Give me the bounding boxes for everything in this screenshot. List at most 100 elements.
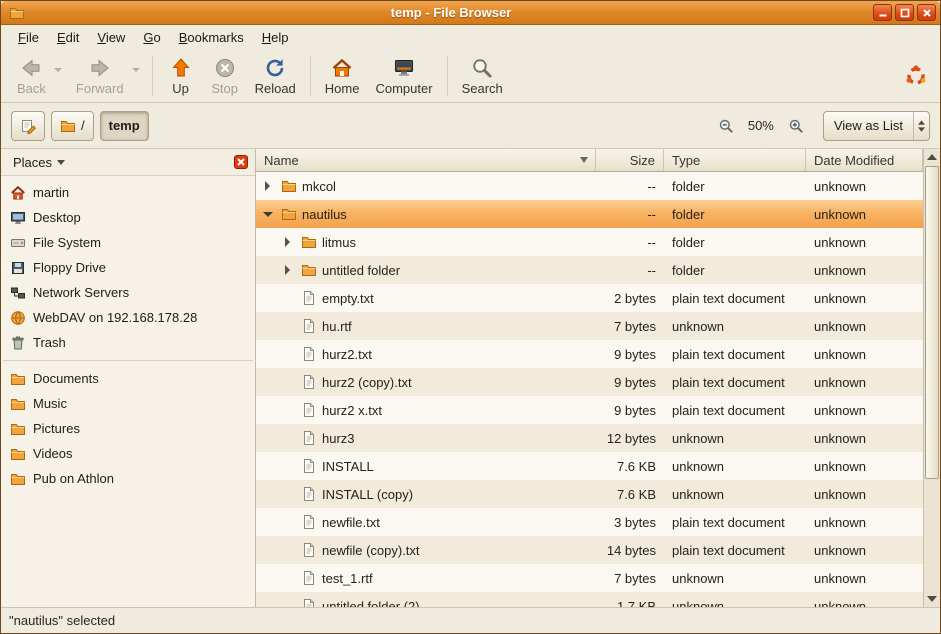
file-name: hurz2.txt: [322, 347, 372, 362]
column-header-size[interactable]: Size: [596, 149, 664, 171]
close-sidebar-button[interactable]: [233, 154, 249, 170]
type-cell: folder: [664, 228, 806, 256]
drive-icon: [10, 235, 26, 251]
file-icon: [301, 598, 317, 607]
folder-icon: [301, 234, 317, 250]
modified-cell: unknown: [806, 172, 923, 200]
column-header-name[interactable]: Name: [256, 149, 596, 171]
computer-icon: [392, 56, 416, 80]
expander-spacer: [280, 598, 296, 607]
sidebar-item-label: Documents: [33, 371, 99, 386]
path-button-label: temp: [109, 118, 140, 133]
menu-edit[interactable]: Edit: [48, 27, 88, 48]
menu-go[interactable]: Go: [134, 27, 169, 48]
file-row-install-copy[interactable]: INSTALL (copy)7.6 KBunknownunknown: [256, 480, 923, 508]
menu-view[interactable]: View: [88, 27, 134, 48]
sidebar-item-file-system[interactable]: File System: [1, 230, 255, 255]
up-button[interactable]: Up: [159, 52, 203, 98]
reload-group: Reload: [247, 52, 304, 100]
view-mode-select[interactable]: View as List: [823, 111, 930, 141]
vertical-scrollbar[interactable]: [923, 149, 940, 607]
zoom-out-button[interactable]: [715, 115, 737, 137]
sidebar-item-desktop[interactable]: Desktop: [1, 205, 255, 230]
scrollbar-thumb[interactable]: [925, 166, 939, 479]
file-row-hurz2-txt[interactable]: hurz2.txt9 bytesplain text documentunkno…: [256, 340, 923, 368]
file-icon: [301, 374, 317, 390]
forward-button[interactable]: Forward: [68, 52, 132, 98]
combo-spin-arrows-icon[interactable]: [913, 112, 929, 140]
sidebar-item-floppy-drive[interactable]: Floppy Drive: [1, 255, 255, 280]
file-row-test-1-rtf[interactable]: test_1.rtf7 bytesunknownunknown: [256, 564, 923, 592]
file-row-untitled-folder[interactable]: untitled folder--folderunknown: [256, 256, 923, 284]
sidebar-item-trash[interactable]: Trash: [1, 330, 255, 355]
size-cell: --: [596, 200, 664, 228]
zoom-in-button[interactable]: [785, 115, 807, 137]
sidebar-item-martin[interactable]: martin: [1, 180, 255, 205]
name-cell: mkcol: [256, 172, 596, 200]
stop-button[interactable]: Stop: [203, 52, 247, 98]
home-button[interactable]: Home: [317, 52, 368, 98]
name-cell: untitled folder (2): [256, 592, 596, 607]
file-row-newfile-copy-txt[interactable]: newfile (copy).txt14 bytesplain text doc…: [256, 536, 923, 564]
back-dropdown-arrow-icon[interactable]: [54, 68, 62, 72]
file-row-hu-rtf[interactable]: hu.rtf7 bytesunknownunknown: [256, 312, 923, 340]
file-row-install[interactable]: INSTALL7.6 KBunknownunknown: [256, 452, 923, 480]
modified-cell: unknown: [806, 200, 923, 228]
expander-spacer: [280, 318, 296, 334]
sidebar-item-pub-on-athlon[interactable]: Pub on Athlon: [1, 466, 255, 491]
toggle-location-entry-button[interactable]: [11, 111, 45, 141]
sidebar-item-label: Trash: [33, 335, 66, 350]
places-selector[interactable]: Places: [7, 153, 71, 172]
file-name: test_1.rtf: [322, 571, 373, 586]
file-row-hurz2-x-txt[interactable]: hurz2 x.txt9 bytesplain text documentunk…: [256, 396, 923, 424]
path-button-temp[interactable]: temp: [100, 111, 149, 141]
sidebar-item-documents[interactable]: Documents: [1, 366, 255, 391]
file-row-newfile-txt[interactable]: newfile.txt3 bytesplain text documentunk…: [256, 508, 923, 536]
forward-dropdown-arrow-icon[interactable]: [132, 68, 140, 72]
scroll-up-button[interactable]: [924, 149, 940, 165]
close-button[interactable]: [917, 4, 936, 21]
size-cell: 9 bytes: [596, 340, 664, 368]
file-row-nautilus[interactable]: nautilus--folderunknown: [256, 200, 923, 228]
expander-collapsed-icon[interactable]: [260, 178, 276, 194]
type-cell: unknown: [664, 480, 806, 508]
file-row-litmus[interactable]: litmus--folderunknown: [256, 228, 923, 256]
expander-collapsed-icon[interactable]: [280, 234, 296, 250]
expander-spacer: [280, 290, 296, 306]
back-button[interactable]: Back: [9, 52, 54, 98]
size-cell: 7.6 KB: [596, 452, 664, 480]
path-buttons: / temp: [51, 111, 149, 141]
column-header-type[interactable]: Type: [664, 149, 806, 171]
sidebar-item-videos[interactable]: Videos: [1, 441, 255, 466]
file-row-untitled-folder-2[interactable]: untitled folder (2)1.7 KBunknownunknown: [256, 592, 923, 607]
minimize-button[interactable]: [873, 4, 892, 21]
column-header-date-modified[interactable]: Date Modified: [806, 149, 923, 171]
reload-button[interactable]: Reload: [247, 52, 304, 98]
computer-button[interactable]: Computer: [367, 52, 440, 98]
file-row-empty-txt[interactable]: empty.txt2 bytesplain text documentunkno…: [256, 284, 923, 312]
size-cell: 2 bytes: [596, 284, 664, 312]
expander-collapsed-icon[interactable]: [280, 262, 296, 278]
sidebar-item-webdav-on-192-168-178-28[interactable]: WebDAV on 192.168.178.28: [1, 305, 255, 330]
list-header: NameSizeTypeDate Modified: [256, 149, 923, 172]
expander-expanded-icon[interactable]: [260, 206, 276, 222]
sidebar-item-music[interactable]: Music: [1, 391, 255, 416]
menu-bookmarks[interactable]: Bookmarks: [170, 27, 253, 48]
folder-icon: [10, 446, 26, 462]
file-icon: [301, 514, 317, 530]
path-button-[interactable]: /: [51, 111, 94, 141]
scroll-down-button[interactable]: [924, 591, 940, 607]
menu-help[interactable]: Help: [253, 27, 298, 48]
maximize-button[interactable]: [895, 4, 914, 21]
titlebar[interactable]: temp - File Browser: [1, 1, 940, 25]
file-row-mkcol[interactable]: mkcol--folderunknown: [256, 172, 923, 200]
folder-icon: [281, 178, 297, 194]
sidebar-item-network-servers[interactable]: Network Servers: [1, 280, 255, 305]
type-cell: plain text document: [664, 284, 806, 312]
sidebar-item-pictures[interactable]: Pictures: [1, 416, 255, 441]
menu-file[interactable]: File: [9, 27, 48, 48]
name-cell: hu.rtf: [256, 312, 596, 340]
file-row-hurz2-copy-txt[interactable]: hurz2 (copy).txt9 bytesplain text docume…: [256, 368, 923, 396]
file-row-hurz3[interactable]: hurz312 bytesunknownunknown: [256, 424, 923, 452]
search-button[interactable]: Search: [454, 52, 511, 98]
